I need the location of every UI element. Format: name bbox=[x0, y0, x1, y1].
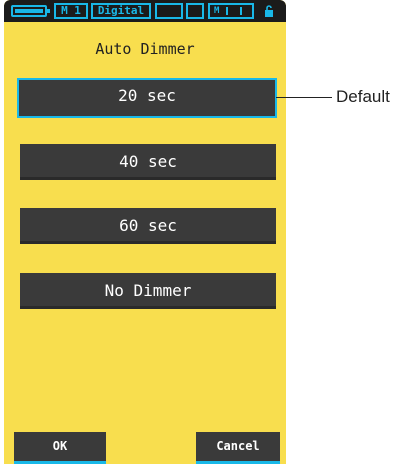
device-screen: M 1 Digital M Auto Dimmer 20 sec 40 sec … bbox=[4, 0, 286, 464]
status-indicator-blank-2 bbox=[186, 3, 204, 19]
screen-title: Auto Dimmer bbox=[95, 40, 195, 58]
option-40-sec-button[interactable]: 40 sec bbox=[20, 144, 276, 180]
option-20-sec-button[interactable]: 20 sec bbox=[17, 78, 277, 118]
channel-label: M bbox=[214, 6, 220, 16]
channel-indicator: M bbox=[208, 3, 254, 19]
lock-icon bbox=[265, 5, 273, 17]
default-callout-label: Default bbox=[336, 87, 390, 106]
option-60-sec-button[interactable]: 60 sec bbox=[20, 208, 276, 244]
mode-indicator: Digital bbox=[91, 3, 151, 19]
page: M 1 Digital M Auto Dimmer 20 sec 40 sec … bbox=[0, 0, 415, 466]
callout-line bbox=[276, 97, 332, 98]
status-bar: M 1 Digital M bbox=[4, 0, 286, 22]
memory-indicator: M 1 bbox=[54, 3, 88, 19]
cancel-button[interactable]: Cancel bbox=[196, 432, 280, 464]
battery-icon bbox=[11, 5, 50, 17]
ok-button[interactable]: OK bbox=[14, 432, 106, 464]
status-indicator-blank-1 bbox=[155, 3, 183, 19]
option-no-dimmer-button[interactable]: No Dimmer bbox=[20, 273, 276, 309]
